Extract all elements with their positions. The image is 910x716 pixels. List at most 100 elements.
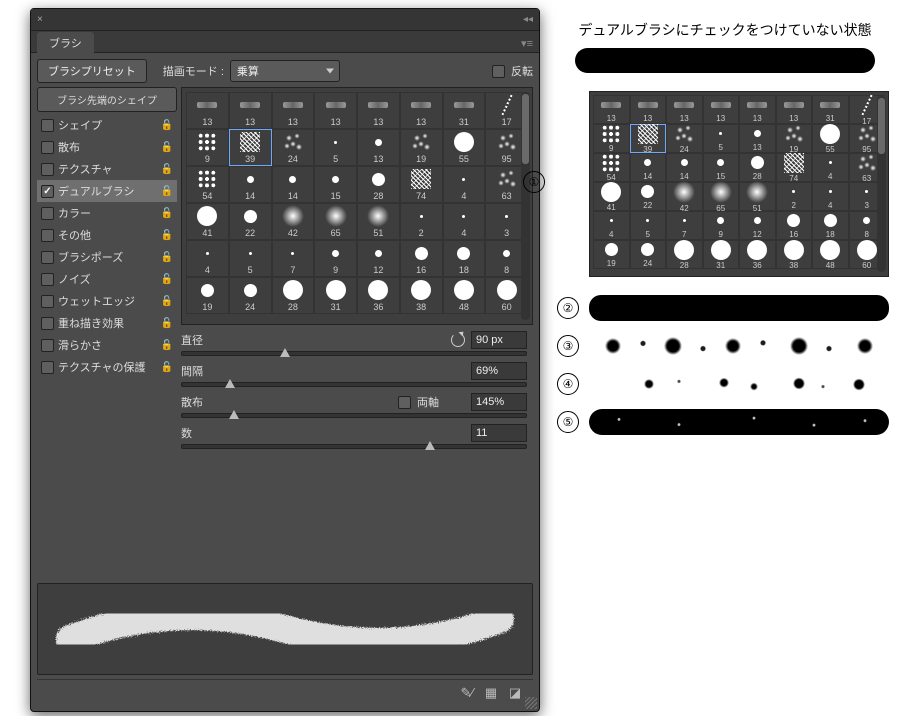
flip-checkbox[interactable]: [492, 65, 505, 78]
lock-icon[interactable]: 🔓: [161, 252, 173, 263]
brush-cell[interactable]: 4: [443, 166, 486, 203]
option-checkbox[interactable]: [41, 207, 54, 220]
close-icon[interactable]: ×: [37, 14, 43, 25]
brush-cell[interactable]: 5: [314, 129, 357, 166]
brush-cell[interactable]: 13: [357, 92, 400, 129]
brush-preset-button[interactable]: ブラシプリセット: [37, 59, 147, 83]
brush-cell[interactable]: 12: [357, 240, 400, 277]
brush-cell[interactable]: 9: [314, 240, 357, 277]
resize-handle[interactable]: [525, 697, 537, 709]
grid-scrollbar[interactable]: [521, 92, 530, 320]
brush-cell[interactable]: 74: [400, 166, 443, 203]
brush-cell[interactable]: 22: [229, 203, 272, 240]
brush-cell[interactable]: 2: [400, 203, 443, 240]
brush-cell[interactable]: 13: [357, 129, 400, 166]
brush-cell[interactable]: 28: [272, 277, 315, 314]
option-1[interactable]: 散布🔓: [37, 136, 177, 158]
scatter-field[interactable]: [471, 393, 527, 411]
lock-icon[interactable]: 🔓: [161, 362, 173, 373]
toggle-preview-icon[interactable]: ✎⁄: [459, 685, 475, 701]
brush-cell[interactable]: 41: [186, 203, 229, 240]
option-checkbox[interactable]: [41, 119, 54, 132]
brush-cell[interactable]: 5: [229, 240, 272, 277]
spacing-slider[interactable]: [181, 382, 527, 387]
diameter-reset-icon[interactable]: [451, 333, 465, 347]
option-checkbox[interactable]: [41, 273, 54, 286]
option-9[interactable]: 重ね描き効果🔓: [37, 312, 177, 334]
lock-icon[interactable]: 🔓: [161, 230, 173, 241]
brush-cell[interactable]: 36: [357, 277, 400, 314]
option-11[interactable]: テクスチャの保護🔓: [37, 356, 177, 378]
brush-cell[interactable]: 24: [272, 129, 315, 166]
brush-cell[interactable]: 48: [443, 277, 486, 314]
brush-cell[interactable]: 4: [443, 203, 486, 240]
scrollbar-thumb[interactable]: [522, 94, 529, 164]
diameter-field[interactable]: [471, 331, 527, 349]
option-checkbox[interactable]: [41, 163, 54, 176]
option-7[interactable]: ノイズ🔓: [37, 268, 177, 290]
lock-icon[interactable]: 🔓: [161, 164, 173, 175]
collapse-icon[interactable]: ◂◂: [523, 14, 533, 25]
lock-icon[interactable]: 🔓: [161, 340, 173, 351]
option-3[interactable]: デュアルブラシ🔓: [37, 180, 177, 202]
option-checkbox[interactable]: [41, 339, 54, 352]
brush-cell[interactable]: 19: [400, 129, 443, 166]
brush-cell[interactable]: 38: [400, 277, 443, 314]
brush-cell[interactable]: 18: [443, 240, 486, 277]
brush-cell[interactable]: 28: [357, 166, 400, 203]
brush-cell[interactable]: 9: [186, 129, 229, 166]
lock-icon[interactable]: 🔓: [161, 318, 173, 329]
option-checkbox[interactable]: [41, 141, 54, 154]
brush-cell[interactable]: 13: [314, 92, 357, 129]
spacing-field[interactable]: [471, 362, 527, 380]
brush-cell[interactable]: 13: [229, 92, 272, 129]
brush-cell[interactable]: 65: [314, 203, 357, 240]
brush-cell[interactable]: 4: [186, 240, 229, 277]
option-checkbox[interactable]: [41, 295, 54, 308]
tab-brush[interactable]: ブラシ: [37, 32, 94, 54]
count-slider[interactable]: [181, 444, 527, 449]
option-checkbox[interactable]: [41, 251, 54, 264]
brush-cell[interactable]: 13: [272, 92, 315, 129]
option-checkbox[interactable]: [41, 361, 54, 374]
brush-tip-shape-button[interactable]: ブラシ先端のシェイプ: [37, 87, 177, 112]
lock-icon[interactable]: 🔓: [161, 296, 173, 307]
lock-icon[interactable]: 🔓: [161, 186, 173, 197]
option-checkbox[interactable]: [41, 185, 54, 198]
brush-cell[interactable]: 39: [229, 129, 272, 166]
blend-mode-select[interactable]: 乗算: [230, 60, 340, 82]
brush-cell[interactable]: 14: [272, 166, 315, 203]
option-checkbox[interactable]: [41, 229, 54, 242]
option-10[interactable]: 滑らかさ🔓: [37, 334, 177, 356]
diameter-slider[interactable]: [181, 351, 527, 356]
option-2[interactable]: テクスチャ🔓: [37, 158, 177, 180]
brush-cell[interactable]: 55: [443, 129, 486, 166]
brush-cell[interactable]: 13: [400, 92, 443, 129]
option-0[interactable]: シェイプ🔓: [37, 114, 177, 136]
brush-cell[interactable]: 51: [357, 203, 400, 240]
lock-icon[interactable]: 🔓: [161, 120, 173, 131]
panel-menu-icon[interactable]: ▾≡: [521, 37, 539, 50]
option-checkbox[interactable]: [41, 317, 54, 330]
count-field[interactable]: [471, 424, 527, 442]
brush-cell[interactable]: 31: [443, 92, 486, 129]
brush-cell[interactable]: 24: [229, 277, 272, 314]
brush-cell[interactable]: 42: [272, 203, 315, 240]
brush-cell[interactable]: 14: [229, 166, 272, 203]
new-preset-icon[interactable]: ▦: [483, 685, 499, 701]
lock-icon[interactable]: 🔓: [161, 208, 173, 219]
option-6[interactable]: ブラシポーズ🔓: [37, 246, 177, 268]
lock-icon[interactable]: 🔓: [161, 274, 173, 285]
option-4[interactable]: カラー🔓: [37, 202, 177, 224]
brush-cell[interactable]: 7: [272, 240, 315, 277]
brush-cell[interactable]: 54: [186, 166, 229, 203]
option-8[interactable]: ウェットエッジ🔓: [37, 290, 177, 312]
scatter-slider[interactable]: [181, 413, 527, 418]
brush-cell[interactable]: 16: [400, 240, 443, 277]
brush-cell[interactable]: 31: [314, 277, 357, 314]
brush-cell[interactable]: 15: [314, 166, 357, 203]
brush-cell[interactable]: 13: [186, 92, 229, 129]
both-axes-checkbox[interactable]: [398, 396, 411, 409]
brush-cell[interactable]: 19: [186, 277, 229, 314]
snap-icon[interactable]: ◪: [507, 685, 523, 701]
